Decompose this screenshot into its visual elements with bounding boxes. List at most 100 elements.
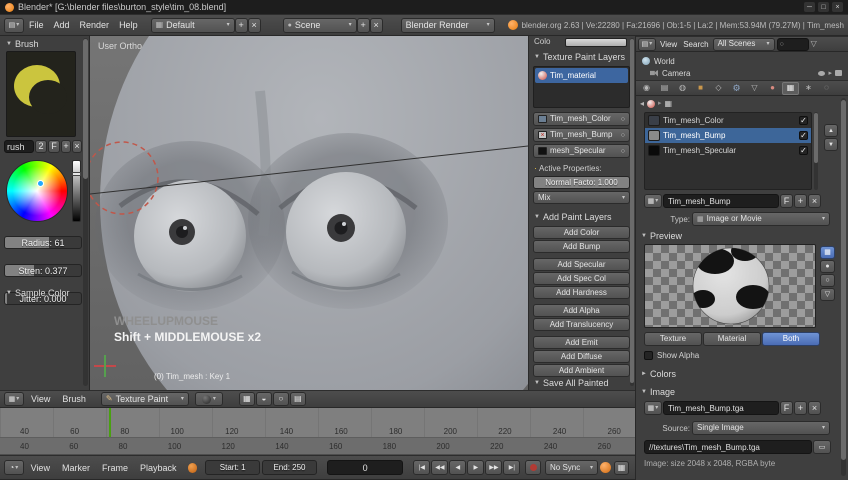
open-file-button[interactable]: ▭ <box>813 440 831 454</box>
brush-users-button[interactable]: 2 <box>35 140 47 153</box>
preview-option-2-button[interactable]: ● <box>820 260 835 273</box>
unlink-image-button[interactable]: × <box>808 401 821 415</box>
tab-scene[interactable]: ▤ <box>656 82 673 95</box>
menu-help[interactable]: Help <box>114 20 143 30</box>
end-frame-field[interactable]: End: 250 <box>262 460 317 475</box>
sync-mode-dropdown[interactable]: No Sync ▾ <box>545 460 599 475</box>
layer-bump-button[interactable]: × Tim_mesh_Bump ○ <box>533 128 630 142</box>
proportional-edit-icon[interactable]: ○ <box>272 392 289 406</box>
play-button[interactable]: ▶ <box>467 460 485 475</box>
outliner-item-camera[interactable]: Camera ▸ <box>650 67 842 79</box>
preview-material-tab[interactable]: Material <box>703 332 761 346</box>
grid-icon[interactable]: ▦ <box>614 460 630 475</box>
browse-texture-button[interactable]: ▦ ▾ <box>644 194 662 208</box>
tab-material[interactable]: ● <box>764 82 781 95</box>
colors-panel-header[interactable]: ► Colors <box>641 369 676 379</box>
back-icon[interactable]: ◂ <box>640 99 644 108</box>
new-texture-button[interactable]: + <box>794 194 807 208</box>
preview-texture-tab[interactable]: Texture <box>644 332 702 346</box>
timeline-menu-marker[interactable]: Marker <box>57 463 95 473</box>
texture-enable-checkbox[interactable]: ✓ <box>799 146 808 155</box>
close-window-button[interactable]: × <box>832 2 843 12</box>
maximize-button[interactable]: □ <box>818 2 829 12</box>
add-ambient-button[interactable]: Add Ambient <box>533 364 630 377</box>
texture-slot-row[interactable]: Tim_mesh_Specular ✓ <box>645 143 811 158</box>
radius-slider[interactable]: Radius: 61 <box>4 236 82 249</box>
viewport-canvas[interactable]: User Ortho WHEELUPMOUSE Shift + MIDDLEMO… <box>90 36 528 390</box>
tab-world[interactable]: ◍ <box>674 82 691 95</box>
opengl-render-icon[interactable]: ▤ <box>289 392 306 406</box>
browse-image-button[interactable]: ▦ ▾ <box>644 401 662 415</box>
fake-user-button[interactable]: F <box>48 140 60 153</box>
menu-render[interactable]: Render <box>75 20 115 30</box>
timeline-menu-frame[interactable]: Frame <box>97 463 133 473</box>
layers-grid-icon[interactable]: ▦ <box>238 392 255 406</box>
strength-slider[interactable]: Stren: 0.377 <box>4 264 82 277</box>
layer-color-button[interactable]: Tim_mesh_Color ○ <box>533 112 630 126</box>
tool-shelf-scrollbar[interactable] <box>83 38 88 386</box>
start-frame-field[interactable]: Start: 1 <box>205 460 261 475</box>
play-reverse-button[interactable]: ◀ <box>449 460 467 475</box>
preview-range-icon[interactable] <box>187 462 198 473</box>
snap-magnet-icon[interactable]: ◒ <box>255 392 272 406</box>
save-all-panel-header[interactable]: ▼ Save All Painted <box>534 378 609 388</box>
outliner-scope-dropdown[interactable]: All Scenes ▾ <box>712 37 775 51</box>
fake-user-button[interactable]: F <box>780 194 793 208</box>
brush-preview[interactable] <box>6 51 76 137</box>
editor-type-button[interactable]: ▤ ▾ <box>4 17 24 33</box>
tab-modifiers[interactable]: ⚙ <box>728 82 745 95</box>
color-wheel[interactable] <box>6 160 68 222</box>
fake-user-button[interactable]: F <box>780 401 793 415</box>
texture-name-field[interactable]: Tim_mesh_Bump <box>663 194 779 208</box>
paint-panel-scrollbar[interactable] <box>630 38 634 386</box>
outliner-search-input[interactable]: ○ <box>776 37 809 51</box>
color-swatch[interactable] <box>565 38 627 47</box>
menu-file[interactable]: File <box>24 20 49 30</box>
layer-specular-button[interactable]: mesh_Specular ○ <box>533 144 630 158</box>
current-frame-field[interactable]: 0 <box>326 460 404 475</box>
render-engine-dropdown[interactable]: Blender Render ▾ <box>400 17 495 33</box>
texture-type-dropdown[interactable]: ▦ Image or Movie ▾ <box>692 212 830 226</box>
minimize-button[interactable]: ─ <box>804 2 815 12</box>
tab-particles[interactable]: ∗ <box>800 82 817 95</box>
filepath-field[interactable]: //textures\Tim_mesh_Bump.tga <box>644 440 812 454</box>
add-bump-button[interactable]: Add Bump <box>533 240 630 253</box>
blend-mode-dropdown[interactable]: Mix ▾ <box>533 191 630 204</box>
preview-option-1-button[interactable]: ▦ <box>820 246 835 259</box>
preview-option-4-button[interactable]: ▽ <box>820 288 835 301</box>
screen-layout-dropdown[interactable]: ▦ Default ▾ <box>150 17 235 33</box>
preview-both-tab[interactable]: Both <box>762 332 820 346</box>
image-source-dropdown[interactable]: Single Image ▾ <box>692 421 830 435</box>
select-restrict-icon[interactable]: ▸ <box>828 70 832 77</box>
texture-slot-row-selected[interactable]: Tim_mesh_Bump ✓ <box>645 128 811 143</box>
filter-funnel-icon[interactable]: ▽ <box>811 40 817 48</box>
delete-scene-button[interactable]: × <box>369 17 383 33</box>
material-list-item[interactable]: Tim_material <box>535 68 628 83</box>
editor-type-button[interactable]: ▦ ▾ <box>4 392 24 406</box>
jump-to-end-button[interactable]: ▶| <box>503 460 521 475</box>
brush-panel-header[interactable]: ▼ Brush <box>6 39 38 49</box>
add-specular-button[interactable]: Add Specular <box>533 258 630 271</box>
preview-panel-header[interactable]: ▼ Preview <box>641 231 682 241</box>
add-hardness-button[interactable]: Add Hardness <box>533 286 630 299</box>
tab-data[interactable]: ▽ <box>746 82 763 95</box>
mode-dropdown[interactable]: ✎ Texture Paint ▾ <box>100 392 189 406</box>
texture-slot-row[interactable]: Tim_mesh_Color ✓ <box>645 113 811 128</box>
outliner-menu-view[interactable]: View <box>658 40 679 49</box>
add-scene-button[interactable]: + <box>356 17 370 33</box>
slot-move-up-button[interactable]: ▲ <box>824 124 838 137</box>
add-layout-button[interactable]: + <box>234 17 248 33</box>
layer-toggle-icon[interactable]: ○ <box>619 148 625 155</box>
add-alpha-button[interactable]: Add Alpha <box>533 304 630 317</box>
prev-keyframe-button[interactable]: ◀◀ <box>431 460 449 475</box>
tab-texture[interactable]: ▦ <box>782 81 799 95</box>
unlink-brush-button[interactable]: × <box>72 140 82 153</box>
tab-physics[interactable]: ◌ <box>818 82 835 95</box>
unlink-texture-button[interactable]: × <box>808 194 821 208</box>
add-spec-col-button[interactable]: Add Spec Col <box>533 272 630 285</box>
normal-factor-slider[interactable]: Normal Facto: 1.000 <box>533 176 630 189</box>
add-brush-button[interactable]: + <box>61 140 71 153</box>
draw-brush-dropdown[interactable]: ▾ <box>194 392 223 406</box>
layer-toggle-icon[interactable]: ○ <box>619 132 625 139</box>
add-paint-layers-panel-header[interactable]: ▼ Add Paint Layers <box>534 212 612 222</box>
